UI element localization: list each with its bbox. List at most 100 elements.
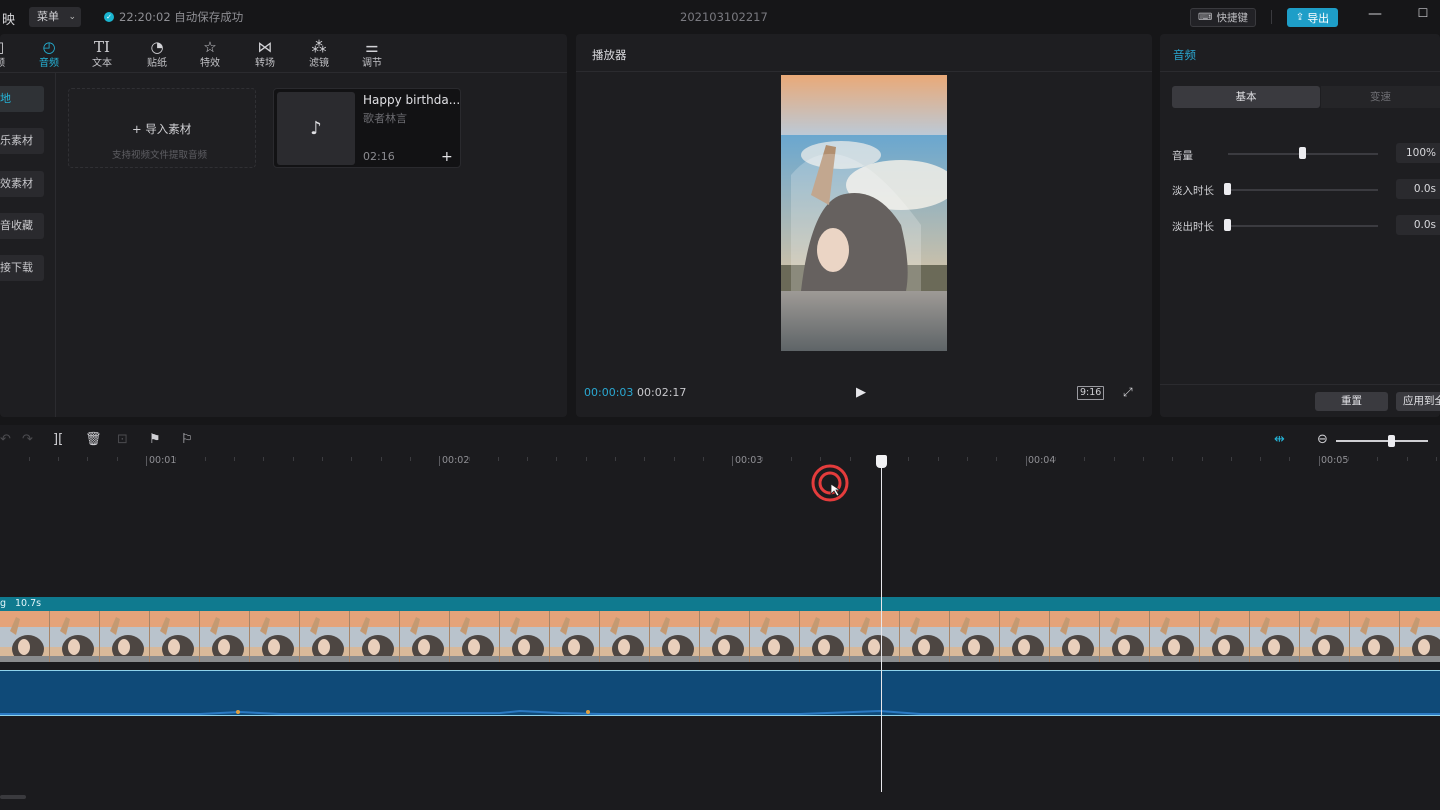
fade-in-value[interactable]: 0.0s — [1396, 179, 1440, 199]
zoom-out-icon[interactable]: ⊖ — [1317, 432, 1328, 447]
ruler-minor-tick — [29, 457, 30, 461]
timeline-toolbar — [0, 425, 1440, 455]
ruler-minor-tick — [498, 457, 499, 461]
chevron-down-icon: ⌄ — [68, 12, 76, 22]
fade-in-slider[interactable] — [1228, 189, 1378, 191]
keyboard-icon: ⌨ — [1198, 12, 1213, 23]
category-favorites[interactable]: 音收藏 — [0, 213, 44, 239]
menu-button[interactable]: 菜单 ⌄ — [29, 7, 81, 27]
tool-sticker[interactable]: ◔ 贴纸 — [135, 38, 179, 72]
check-circle-icon: ✓ — [104, 12, 114, 22]
ruler-minor-tick — [1114, 457, 1115, 461]
ruler-minor-tick — [205, 457, 206, 461]
tool-audio[interactable]: ◴ 音频 — [27, 38, 71, 72]
redo-icon[interactable]: ↷ — [22, 432, 33, 447]
ruler-minor-tick — [293, 457, 294, 461]
import-subtitle: 支持视频文件提取音频 — [112, 150, 208, 161]
timeline-scrollbar[interactable] — [0, 795, 26, 799]
fade-in-slider-knob[interactable] — [1224, 183, 1231, 195]
fade-out-slider[interactable] — [1228, 225, 1378, 227]
split-icon[interactable]: ][ — [53, 432, 63, 447]
import-title: + 导入素材 — [132, 121, 191, 137]
reset-button[interactable]: 重置 — [1315, 392, 1388, 411]
app-name: 映 — [2, 13, 16, 28]
shortcut-button[interactable]: ⌨ 快捷键 — [1190, 8, 1256, 27]
ruler-minor-tick — [322, 457, 323, 461]
text-icon: TI — [94, 38, 110, 56]
maximize-button[interactable]: ☐ — [1414, 6, 1432, 26]
video-clip-header[interactable] — [0, 597, 1440, 611]
audio-clip-track[interactable] — [0, 670, 1440, 716]
ruler-minor-tick — [381, 457, 382, 461]
category-sidebar — [0, 73, 56, 417]
tool-label: 音频 — [39, 58, 59, 69]
fade-out-slider-knob[interactable] — [1224, 219, 1231, 231]
undo-icon[interactable]: ↶ — [0, 432, 11, 447]
ruler-minor-tick — [996, 457, 997, 461]
audio-icon: ◴ — [42, 38, 56, 56]
sticker-icon: ◔ — [150, 38, 164, 56]
tool-effects[interactable]: ☆ 特效 — [188, 38, 232, 72]
shortcut-label: 快捷键 — [1216, 12, 1248, 24]
minimize-button[interactable]: — — [1366, 6, 1384, 26]
properties-title: 音频 — [1173, 48, 1196, 62]
tool-adjust[interactable]: ⚌ 调节 — [350, 38, 394, 72]
video-clip-thumbnails[interactable] — [0, 611, 1440, 662]
fade-in-label: 淡入时长 — [1172, 185, 1214, 197]
tool-transition[interactable]: ⋈ 转场 — [243, 38, 287, 72]
freeze-icon[interactable]: ⊡ — [117, 432, 128, 447]
audio-duration: 02:16 — [363, 150, 395, 163]
ruler-minor-tick — [117, 457, 118, 461]
ruler-minor-tick — [850, 457, 851, 461]
clip-name: g — [0, 598, 7, 609]
effects-icon: ☆ — [203, 38, 217, 56]
marker-icon[interactable]: ⚑ — [149, 432, 161, 447]
volume-slider-knob[interactable] — [1299, 147, 1306, 159]
ruler-minor-tick — [58, 457, 59, 461]
export-button[interactable]: ⇪ 导出 — [1287, 8, 1338, 27]
volume-value[interactable]: 100% — [1396, 143, 1440, 163]
ruler-minor-tick — [351, 457, 352, 461]
delete-icon[interactable]: 🗑 — [85, 432, 102, 447]
tick-label: 00:05 — [1321, 455, 1349, 466]
video-icon: ▯ — [0, 38, 22, 57]
ruler-minor-tick — [791, 457, 792, 461]
tab-basic[interactable]: 基本 — [1172, 86, 1320, 108]
ruler-minor-tick — [234, 457, 235, 461]
tool-label: 调节 — [362, 58, 382, 69]
category-sound-effects[interactable]: 效素材 — [0, 171, 44, 197]
zoom-slider-knob[interactable] — [1388, 435, 1395, 447]
apply-all-button[interactable]: 应用到全部 — [1396, 392, 1440, 411]
tool-label: 频 — [0, 57, 22, 70]
audio-waveform — [0, 709, 1440, 716]
fullscreen-icon[interactable]: ⤢ — [1123, 385, 1133, 400]
fade-out-value[interactable]: 0.0s — [1396, 215, 1440, 235]
volume-label: 音量 — [1172, 150, 1193, 162]
add-icon[interactable]: + — [441, 149, 453, 165]
marker-remove-icon[interactable]: ⚐ — [181, 432, 193, 447]
snap-icon[interactable]: ⇹ — [1274, 432, 1285, 447]
category-download[interactable]: 接下载 — [0, 255, 44, 281]
tool-video[interactable]: ▯ 频 — [0, 38, 22, 72]
category-local[interactable]: 地 — [0, 86, 44, 112]
zoom-slider[interactable] — [1336, 440, 1428, 442]
timeline-ruler[interactable] — [0, 455, 1440, 469]
properties-header — [1160, 34, 1440, 72]
plus-icon: + — [132, 122, 142, 136]
playhead-handle[interactable] — [876, 455, 887, 468]
category-music[interactable]: 乐素材 — [0, 128, 44, 154]
tab-speed[interactable]: 变速 — [1321, 86, 1440, 108]
tool-filter[interactable]: ⁂ 滤镜 — [297, 38, 341, 72]
ruler-minor-tick — [263, 457, 264, 461]
aspect-ratio-button[interactable]: 9:16 — [1077, 386, 1105, 400]
click-indicator-icon — [811, 464, 849, 502]
audio-title: Happy birthda... — [363, 93, 461, 107]
tick-label: 00:04 — [1028, 455, 1056, 466]
tick-label: 00:01 — [149, 455, 177, 466]
tool-text[interactable]: TI 文本 — [80, 38, 124, 72]
ruler-minor-tick — [556, 457, 557, 461]
ruler-minor-tick — [1407, 457, 1408, 461]
tick-label: 00:03 — [735, 455, 763, 466]
ruler-minor-tick — [1289, 457, 1290, 461]
play-button[interactable]: ▶ — [856, 385, 866, 400]
